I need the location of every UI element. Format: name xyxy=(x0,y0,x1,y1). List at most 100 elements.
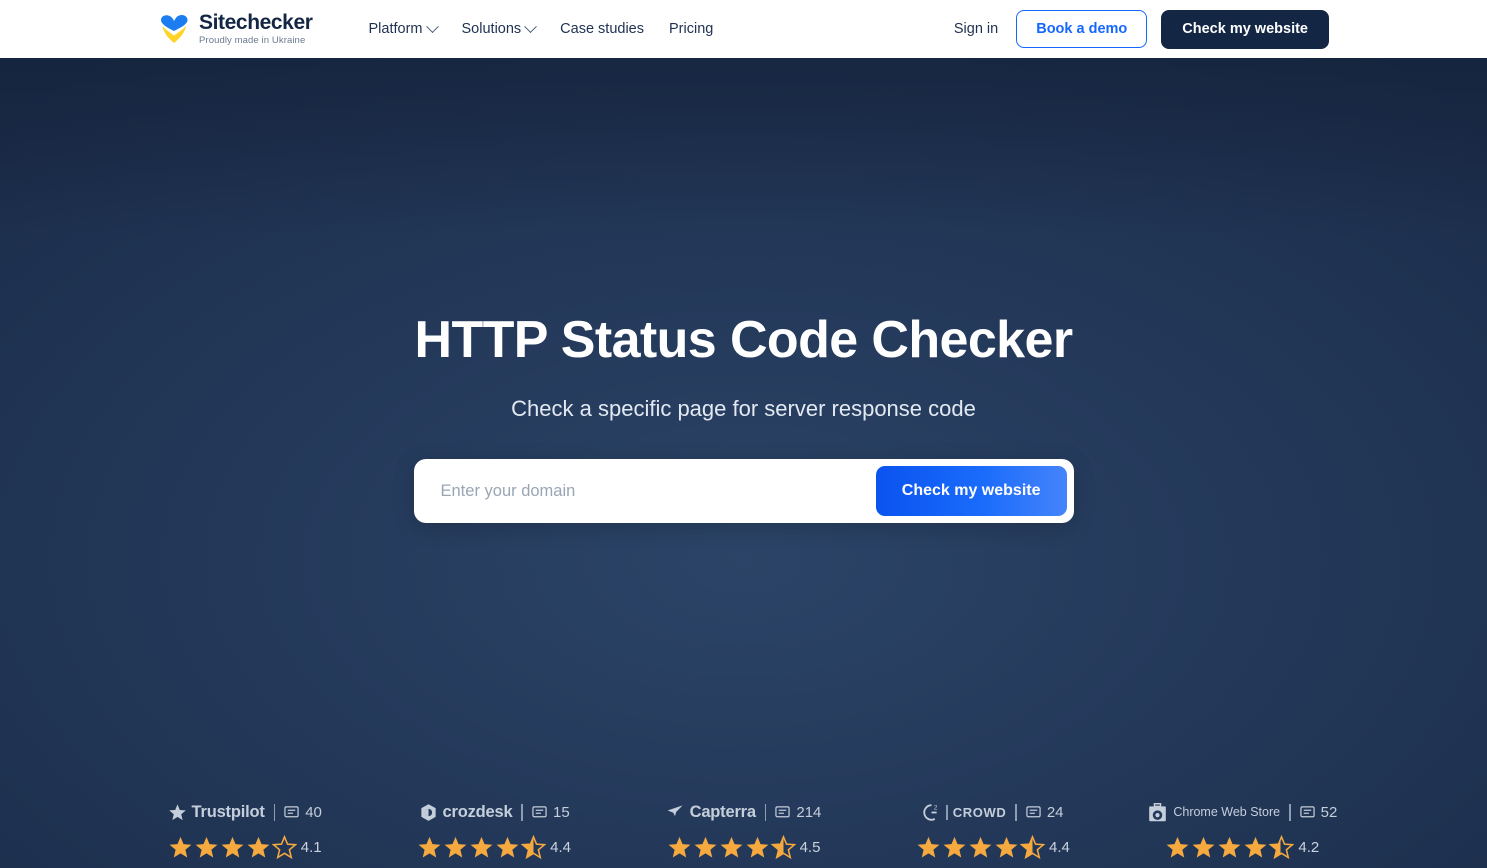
review-count-value: 52 xyxy=(1320,803,1338,821)
review-badge-g2-crowd[interactable]: 2 CROWD 24 4.4 xyxy=(868,800,1117,868)
review-head: Capterra 214 xyxy=(666,800,821,824)
capterra-logo: Capterra xyxy=(666,803,756,822)
chrome-web-store-logo: Chrome Web Store xyxy=(1147,802,1280,823)
star-full-icon xyxy=(995,836,1018,858)
chevron-down-icon xyxy=(425,19,439,33)
nav-item-label: Solutions xyxy=(461,21,522,37)
star-full-icon xyxy=(247,836,270,858)
review-count: 214 xyxy=(775,804,821,821)
crozdesk-icon xyxy=(420,803,436,821)
star-full-icon xyxy=(917,836,940,858)
logo-tagline: Proudly made in Ukraine xyxy=(199,35,306,47)
g2-crowd-icon: 2 xyxy=(923,803,938,821)
rating-value: 4.4 xyxy=(550,839,572,856)
star-full-icon xyxy=(470,836,493,858)
divider xyxy=(946,804,948,820)
logo[interactable]: Sitechecker Proudly made in Ukraine xyxy=(158,12,313,46)
site-header: Sitechecker Proudly made in Ukraine Plat… xyxy=(0,0,1487,58)
divider xyxy=(1289,803,1291,821)
star-rating: 4.4 xyxy=(417,835,571,860)
review-count: 15 xyxy=(532,804,570,821)
divider xyxy=(764,803,767,821)
star-full-icon xyxy=(746,836,769,858)
trustpilot-logo: Trustpilot xyxy=(168,803,265,822)
review-count: 24 xyxy=(1026,804,1064,821)
review-brand-name: CROWD xyxy=(952,804,1007,820)
domain-search-form: Check my website xyxy=(413,459,1074,524)
review-badge-crozdesk[interactable]: crozdesk 15 4.4 xyxy=(369,800,618,868)
review-count-value: 15 xyxy=(552,803,570,821)
review-brand-name: crozdesk xyxy=(442,802,513,821)
star-full-icon xyxy=(1244,836,1267,858)
nav-item-label: Platform xyxy=(368,21,423,37)
divider xyxy=(521,803,523,821)
star-full-icon xyxy=(418,836,441,858)
rating-value: 4.5 xyxy=(799,839,821,856)
nav-item-platform[interactable]: Platform xyxy=(368,19,439,37)
star-full-icon xyxy=(1218,836,1241,858)
rating-value: 4.4 xyxy=(1048,839,1070,856)
star-full-icon xyxy=(694,836,717,858)
review-badge-trustpilot[interactable]: Trustpilot 40 4.1 xyxy=(120,800,369,868)
page-title: HTTP Status Code Checker xyxy=(414,311,1074,369)
divider xyxy=(1015,803,1017,821)
star-full-icon xyxy=(943,836,966,858)
comment-icon xyxy=(1026,805,1041,817)
hero-content: HTTP Status Code Checker Check a specifi… xyxy=(0,58,1487,524)
comment-icon xyxy=(284,805,299,817)
crozdesk-logo: crozdesk xyxy=(419,803,513,822)
comment-icon xyxy=(775,805,791,817)
review-brand-name: Chrome Web Store xyxy=(1173,805,1281,819)
review-badge-chrome-web-store[interactable]: Chrome Web Store 52 4.2 xyxy=(1118,800,1367,868)
divider xyxy=(273,803,276,821)
comment-icon xyxy=(1299,805,1315,817)
capterra-icon xyxy=(667,804,683,816)
star-half-icon xyxy=(1019,835,1045,860)
star-full-icon xyxy=(195,836,218,858)
star-full-icon xyxy=(1166,836,1189,858)
header-actions: Sign in Book a demo Check my website xyxy=(954,9,1329,49)
nav-item-case-studies[interactable]: Case studies xyxy=(560,21,644,37)
sitechecker-heart-icon xyxy=(158,14,190,44)
sign-in-link[interactable]: Sign in xyxy=(954,21,1002,37)
chrome-web-store-icon xyxy=(1149,802,1167,821)
star-full-icon xyxy=(668,836,691,858)
star-full-icon xyxy=(444,836,467,858)
review-head: Trustpilot 40 xyxy=(168,800,322,824)
review-head: 2 CROWD 24 xyxy=(922,800,1064,824)
nav-item-pricing[interactable]: Pricing xyxy=(669,21,713,37)
star-empty-icon xyxy=(271,835,297,860)
hero-section: HTTP Status Code Checker Check a specifi… xyxy=(0,58,1487,868)
domain-input[interactable] xyxy=(420,466,876,517)
review-brand-name: Capterra xyxy=(689,802,756,821)
main-nav: Platform Solutions Case studies Pricing xyxy=(368,19,713,37)
page-subtitle: Check a specific page for server respons… xyxy=(511,396,976,422)
nav-item-solutions[interactable]: Solutions xyxy=(461,19,538,37)
book-a-demo-button[interactable]: Book a demo xyxy=(1016,10,1148,48)
star-full-icon xyxy=(969,836,992,858)
rating-value: 4.1 xyxy=(300,839,322,856)
header-check-my-website-button[interactable]: Check my website xyxy=(1161,9,1329,49)
review-count-value: 214 xyxy=(796,803,822,821)
review-count-value: 40 xyxy=(305,803,322,821)
nav-item-label: Pricing xyxy=(669,21,714,37)
review-count: 52 xyxy=(1299,803,1338,821)
review-badge-capterra[interactable]: Capterra 214 4.5 xyxy=(619,800,868,868)
star-rating: 4.5 xyxy=(667,835,821,860)
review-badges: Trustpilot 40 4.1 crozdesk 15 4.4 Capter… xyxy=(0,800,1487,868)
star-half-icon xyxy=(770,835,796,860)
star-half-icon xyxy=(1269,835,1295,860)
g2-crowd-logo: 2 CROWD xyxy=(922,803,1006,822)
nav-item-label: Case studies xyxy=(560,21,644,37)
check-my-website-button[interactable]: Check my website xyxy=(875,466,1067,517)
review-brand-name: Trustpilot xyxy=(191,802,265,821)
review-count-value: 24 xyxy=(1046,803,1064,821)
comment-icon xyxy=(532,805,547,817)
rating-value: 4.2 xyxy=(1298,839,1320,856)
review-head: crozdesk 15 xyxy=(419,800,570,824)
star-full-icon xyxy=(1192,836,1215,858)
review-head: Chrome Web Store 52 xyxy=(1147,800,1337,824)
star-rating: 4.4 xyxy=(916,835,1070,860)
star-full-icon xyxy=(221,836,244,858)
trustpilot-star-icon xyxy=(168,803,186,820)
